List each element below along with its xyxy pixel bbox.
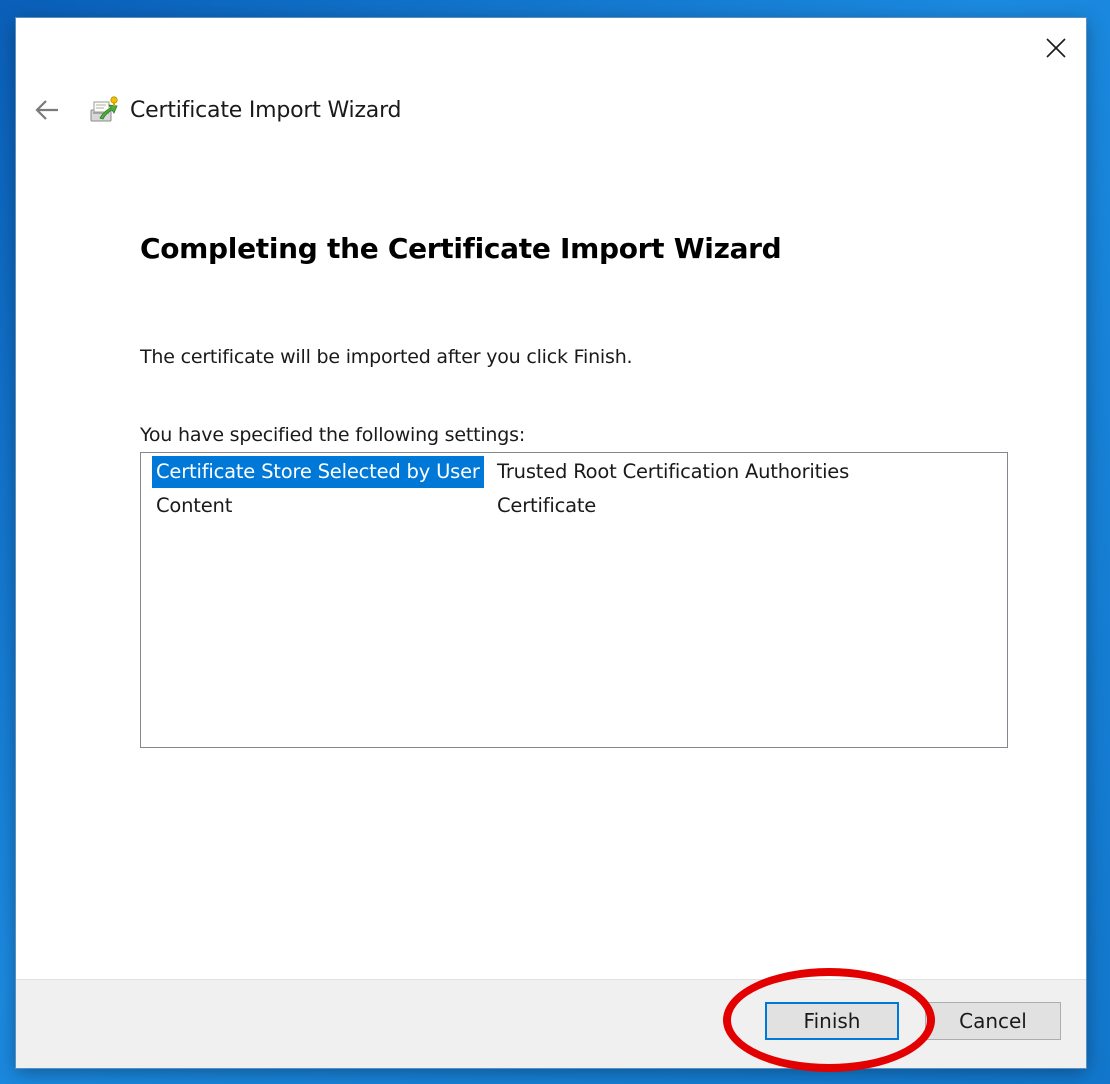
- finish-button[interactable]: Finish: [765, 1002, 899, 1040]
- certificate-import-dialog: Certificate Import Wizard Completing the…: [16, 18, 1086, 1068]
- close-button[interactable]: [1034, 28, 1078, 68]
- settings-row-store[interactable]: Certificate Store Selected by User Trust…: [141, 453, 1007, 488]
- settings-label: You have specified the following setting…: [140, 424, 526, 446]
- back-arrow-icon: [35, 100, 58, 120]
- settings-row-name: Certificate Store Selected by User: [152, 456, 484, 488]
- dialog-footer: Finish Cancel: [16, 979, 1086, 1068]
- page-heading: Completing the Certificate Import Wizard: [140, 232, 782, 265]
- cancel-button[interactable]: Cancel: [925, 1002, 1061, 1040]
- certificate-wizard-icon: [90, 96, 118, 122]
- settings-row-content[interactable]: Content Certificate: [141, 487, 1007, 521]
- settings-row-value: Trusted Root Certification Authorities: [497, 460, 850, 483]
- wizard-header: Certificate Import Wizard: [32, 90, 402, 130]
- back-button[interactable]: [32, 95, 62, 125]
- settings-row-name: Content: [156, 494, 233, 517]
- page-description: The certificate will be imported after y…: [140, 346, 633, 368]
- settings-list[interactable]: Certificate Store Selected by User Trust…: [140, 452, 1008, 748]
- close-icon: [1046, 38, 1066, 58]
- wizard-title: Certificate Import Wizard: [130, 97, 402, 123]
- settings-row-value: Certificate: [497, 494, 597, 517]
